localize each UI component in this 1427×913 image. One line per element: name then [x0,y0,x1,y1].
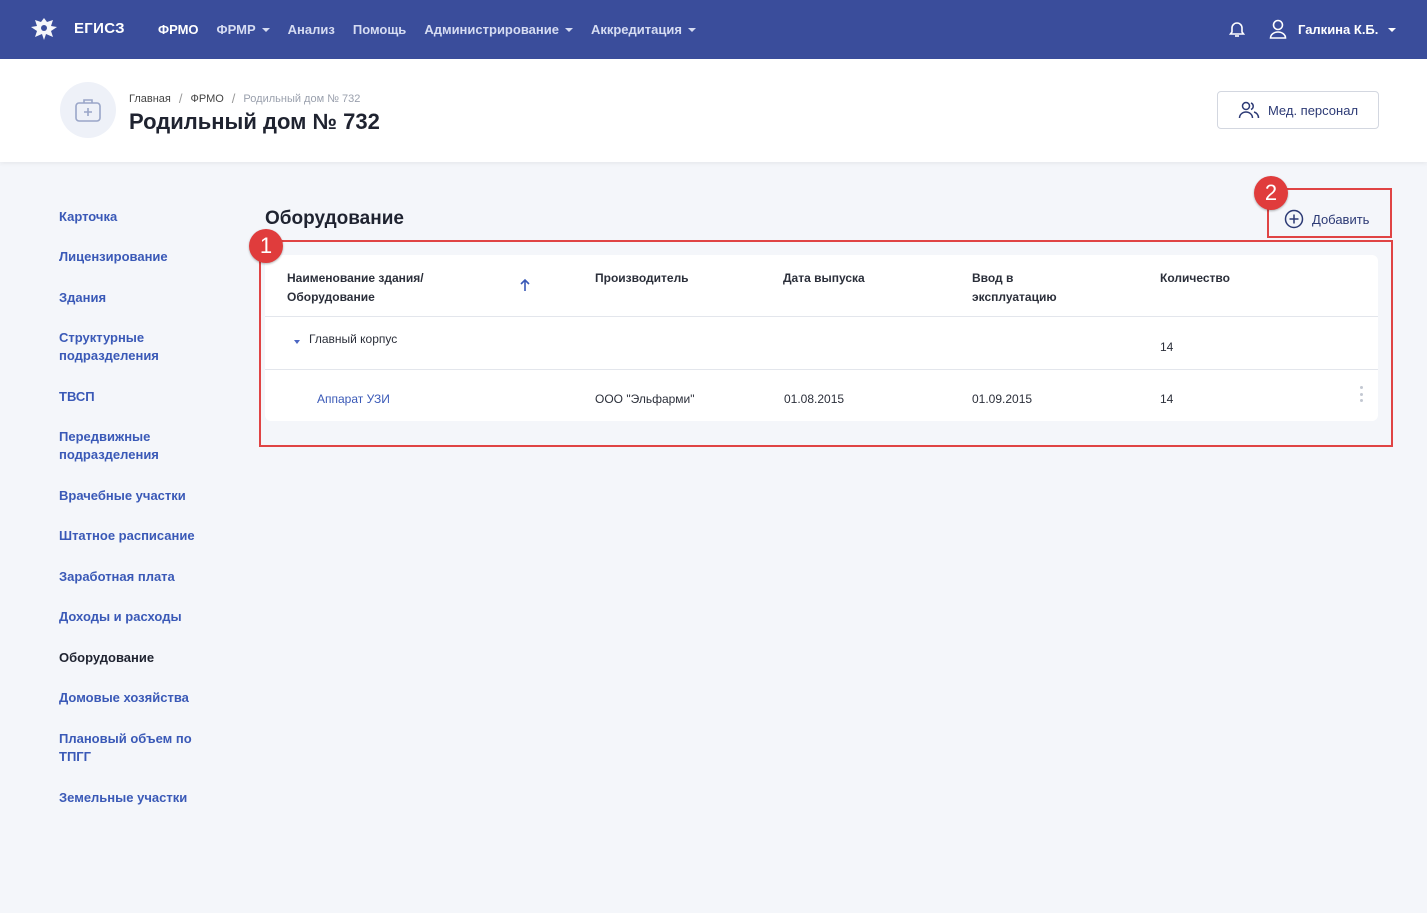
sidebar-item-planned-volume[interactable]: Плановый объем по ТПГГ [59,730,199,766]
sidebar-item-households[interactable]: Домовые хозяйства [59,689,189,707]
breadcrumb-frmo[interactable]: ФРМО [191,93,224,105]
chevron-down-icon [1388,27,1397,32]
breadcrumb-separator: / [231,91,236,106]
top-navbar: ЕГИСЗ ФРМО ФРМР Анализ Помощь Администри… [0,0,1427,59]
user-menu[interactable]: Галкина К.Б. [1268,18,1397,40]
sidebar-item-mobile-units[interactable]: Передвижные подразделения [59,428,179,464]
med-staff-label: Мед. персонал [1267,102,1359,118]
sidebar-item-staff-schedule[interactable]: Штатное расписание [59,527,195,545]
sidebar-item-structural-units[interactable]: Структурные подразделения [59,329,179,365]
annotation-marker-2: 2 [1254,176,1288,210]
nav-item-label: ФРМР [216,22,256,37]
sidebar-item-buildings[interactable]: Здания [59,289,106,307]
breadcrumb: Главная / ФРМО / Родильный дом № 732 [129,91,360,106]
users-icon [1238,101,1260,119]
nav-item-accreditation[interactable]: Аккредитация [591,22,696,37]
sidebar-item-licensing[interactable]: Лицензирование [59,248,168,266]
user-name: Галкина К.Б. [1298,21,1379,37]
sidebar-item-medical-districts[interactable]: Врачебные участки [59,487,186,505]
chevron-down-icon [687,28,696,32]
sidebar-item-land-plots[interactable]: Земельные участки [59,789,187,807]
nav-item-label: Администрирование [424,22,559,37]
sidebar-item-card[interactable]: Карточка [59,208,117,226]
annotation-marker-1: 1 [249,229,283,263]
nav-item-frmo[interactable]: ФРМО [158,22,199,37]
section-title: Оборудование [265,208,404,229]
page-title: Родильный дом № 732 [129,109,380,134]
nav-item-label: Помощь [352,22,407,37]
sidebar-item-income-expenses[interactable]: Доходы и расходы [59,608,182,626]
nav-menu: ФРМО ФРМР Анализ Помощь Администрировани… [158,0,696,59]
breadcrumb-home[interactable]: Главная [129,93,171,105]
nav-item-label: Анализ [287,22,335,37]
nav-item-label: Аккредитация [590,22,682,37]
sidebar-item-tvsp[interactable]: ТВСП [59,388,95,406]
annotation-box-table [259,240,1393,447]
user-icon [1269,19,1287,39]
breadcrumb-current: Родильный дом № 732 [243,92,361,105]
page-header: Главная / ФРМО / Родильный дом № 732 Род… [0,59,1427,162]
med-staff-button[interactable]: Мед. персонал [1217,91,1379,129]
chevron-down-icon [564,28,573,32]
nav-item-administration[interactable]: Администрирование [424,22,573,37]
breadcrumb-separator: / [178,91,183,106]
notifications-bell-icon[interactable] [1227,19,1247,39]
nav-item-frmr[interactable]: ФРМР [217,22,270,37]
sidebar-item-salary[interactable]: Заработная плата [59,568,175,586]
sidebar-item-equipment[interactable]: Оборудование [59,649,154,667]
nav-item-label: ФРМО [158,22,199,37]
nav-item-help[interactable]: Помощь [353,22,406,37]
brand-name[interactable]: ЕГИСЗ [74,20,125,37]
chevron-down-icon [261,28,270,32]
eagle-emblem-icon[interactable] [28,13,60,45]
nav-item-analysis[interactable]: Анализ [288,22,335,37]
medkit-icon [60,82,116,138]
